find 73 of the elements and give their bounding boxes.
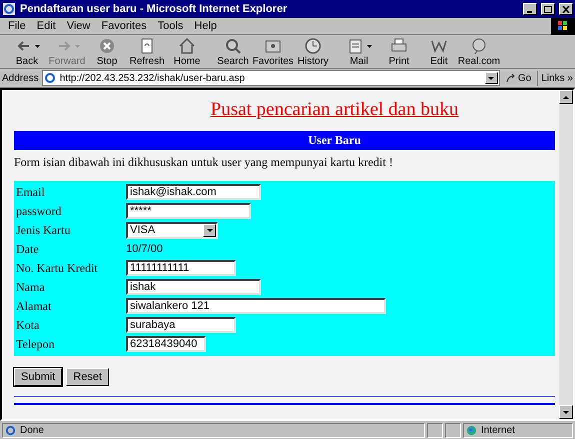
field-label: No. Kartu Kredit [16, 260, 99, 277]
maximize-icon [544, 6, 552, 12]
page-icon [5, 424, 16, 436]
dropdown-button[interactable] [484, 72, 498, 84]
text-field[interactable]: 11111111111 [126, 260, 236, 276]
minimize-button[interactable] [523, 3, 537, 15]
toolbar-button[interactable]: Real.com [460, 36, 498, 67]
browser-icon [2, 2, 16, 16]
address-field[interactable]: http://202.43.253.232/ishak/user-baru.asp [42, 70, 500, 86]
go-button[interactable]: Go [502, 70, 534, 86]
date-value: 10/7/00 [126, 242, 163, 257]
intro-text: Form isian dibawah ini dikhususkan untuk user yang mempunyai kartu kredit ! [14, 154, 394, 170]
page-icon [44, 72, 56, 84]
go-arrow-icon [506, 73, 516, 83]
caret-icon [488, 76, 494, 80]
text-field[interactable]: ishak@ishak.com [126, 184, 261, 200]
stop-icon [97, 36, 117, 56]
field-label: Email [16, 184, 46, 201]
close-button[interactable] [559, 3, 573, 15]
caret-icon [206, 228, 212, 232]
scroll-up-icon [563, 96, 569, 98]
reset-button[interactable]: Reset [66, 368, 109, 386]
home-icon [177, 36, 197, 56]
toolbar-button[interactable]: Search [214, 36, 252, 67]
globe-icon [466, 424, 477, 436]
page-heading: Pusat pencarian artikel dan buku [210, 98, 458, 122]
field-label: Telepon [16, 336, 56, 353]
text-field[interactable]: ishak [126, 279, 261, 295]
status-pane [445, 422, 461, 438]
banner: User Baru [14, 130, 555, 150]
text-field[interactable]: siwalankero 121 [126, 298, 386, 314]
toolbar-button[interactable]: History [294, 36, 332, 67]
text-field[interactable]: ***** [126, 203, 251, 219]
status-pane [427, 422, 443, 438]
menu-item[interactable]: Help [194, 18, 217, 34]
history-icon [303, 36, 323, 56]
menu-item[interactable]: Favorites [101, 18, 147, 34]
toolbar-button[interactable]: Back [8, 36, 46, 67]
windows-flag-icon [558, 21, 568, 31]
close-icon [562, 6, 570, 12]
dropdown-arrow-icon [34, 44, 40, 48]
field-label: Date [16, 241, 40, 258]
dropdown-arrow-icon [366, 44, 372, 48]
toolbar-button[interactable]: Favorites [254, 36, 292, 67]
zone-text: Internet [481, 424, 515, 438]
links-button[interactable]: Links » [537, 70, 573, 86]
status-text: Done [20, 424, 44, 438]
field-label: Nama [16, 279, 46, 296]
maximize-button[interactable] [541, 3, 555, 15]
toolbar-button[interactable]: Mail [340, 36, 378, 67]
toolbar-button[interactable]: Refresh [128, 36, 166, 67]
menu-item[interactable]: View [66, 18, 90, 34]
scroll-down-icon [563, 410, 569, 414]
menu-item[interactable]: File [8, 18, 26, 34]
toolbar-button[interactable]: Print [380, 36, 418, 67]
search-icon [223, 36, 243, 56]
submit-button[interactable]: Submit [14, 368, 62, 386]
menu-item[interactable]: Tools [158, 18, 184, 34]
address-label: Address [2, 72, 39, 86]
toolbar-button[interactable]: Stop [88, 36, 126, 67]
dropdown-arrow-icon [74, 44, 80, 48]
text-field[interactable]: 62318439040 [126, 336, 206, 352]
text-field[interactable]: surabaya [126, 317, 236, 333]
menu-item[interactable]: Edit [36, 18, 56, 34]
field-label: Kota [16, 317, 40, 334]
toolbar-button[interactable]: Edit [420, 36, 458, 67]
field-label: Jenis Kartu [16, 222, 72, 239]
card-type-select[interactable]: VISA [126, 222, 218, 238]
field-label: password [16, 203, 62, 220]
toolbar-button[interactable]: Home [168, 36, 206, 67]
scrollbar[interactable] [559, 90, 573, 419]
window-title: Pendaftaran user baru - Microsoft Internet Explorer [20, 2, 288, 17]
field-label: Alamat [16, 298, 52, 315]
